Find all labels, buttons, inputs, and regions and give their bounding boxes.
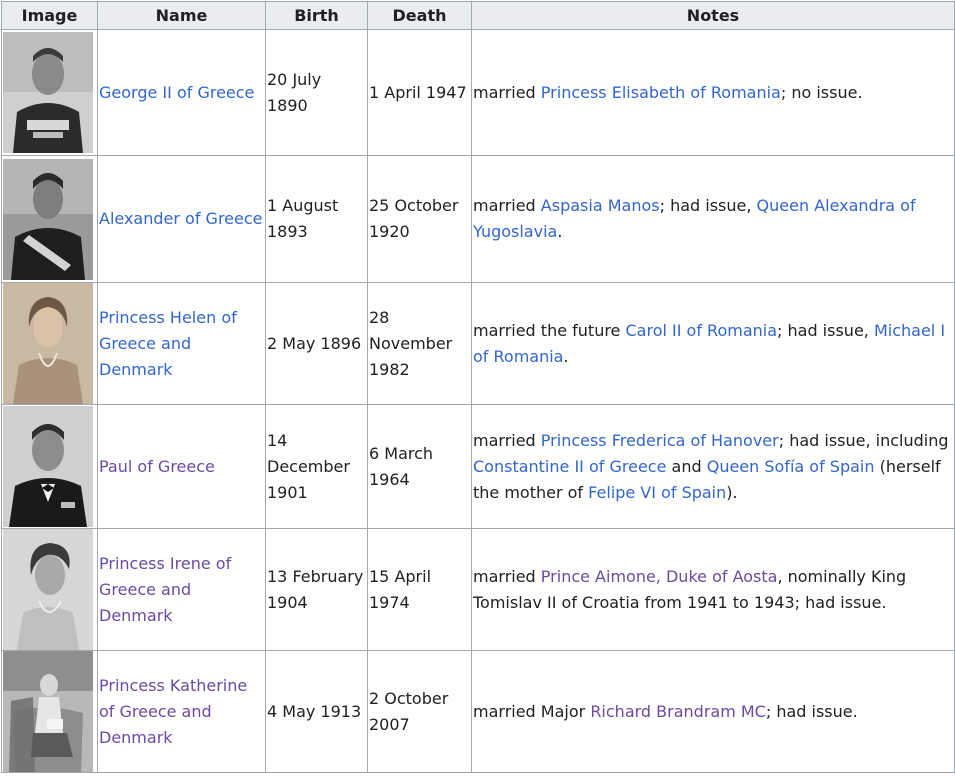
royal-children-table: Image Name Birth Death Notes George II o…	[1, 1, 955, 773]
death-cell: 6 March 1964	[367, 404, 472, 529]
notes-link[interactable]: Richard Brandram MC	[590, 702, 766, 721]
notes-text: .	[557, 222, 563, 241]
portrait-photo-george[interactable]	[3, 32, 93, 153]
notes-link[interactable]: Princess Elisabeth of Romania	[541, 83, 781, 102]
table-row: Princess Helen of Greece and Denmark 2 M…	[1, 282, 955, 405]
death-cell: 15 April 1974	[367, 528, 472, 651]
notes-cell: married Princess Frederica of Hanover; h…	[471, 404, 955, 529]
portrait-photo-katherine[interactable]	[3, 651, 93, 772]
notes-link[interactable]: Constantine II of Greece	[473, 457, 666, 476]
table-row: Alexander of Greece 1 August 1893 25 Oct…	[1, 155, 955, 283]
notes-text: married	[473, 566, 541, 586]
table-row: Princess Katherine of Greece and Denmark…	[1, 650, 955, 773]
notes-text: .	[563, 346, 569, 366]
notes-text: and	[666, 456, 707, 476]
column-header-notes[interactable]: Notes	[471, 1, 955, 30]
table-header-row: Image Name Birth Death Notes	[1, 1, 955, 30]
birth-cell: 13 February 1904	[265, 528, 368, 651]
person-link[interactable]: Alexander of Greece	[99, 209, 263, 228]
person-link[interactable]: Princess Irene of Greece and Denmark	[99, 554, 231, 625]
table-row: George II of Greece 20 July 1890 1 April…	[1, 29, 955, 156]
column-header-name[interactable]: Name	[97, 1, 266, 30]
birth-cell: 2 May 1896	[265, 282, 368, 405]
notes-cell: married Prince Aimone, Duke of Aosta, no…	[471, 528, 955, 651]
portrait-cell	[1, 650, 98, 773]
notes-text: married	[473, 196, 541, 215]
notes-text: married Major	[473, 701, 591, 721]
notes-text: ; had issue,	[777, 320, 874, 340]
name-cell: Princess Katherine of Greece and Denmark	[97, 650, 266, 773]
notes-text: ; had issue,	[659, 196, 757, 215]
notes-cell: married Major Richard Brandram MC; had i…	[471, 650, 955, 773]
column-header-image[interactable]: Image	[1, 1, 98, 30]
name-cell: George II of Greece	[97, 29, 266, 156]
notes-link[interactable]: Felipe VI of Spain	[588, 483, 726, 502]
notes-text: ; had issue, including	[778, 430, 949, 450]
name-cell: Paul of Greece	[97, 404, 266, 529]
death-cell: 2 October 2007	[367, 650, 472, 773]
birth-cell: 20 July 1890	[265, 29, 368, 156]
birth-cell: 1 August 1893	[265, 155, 368, 283]
notes-link[interactable]: Prince Aimone, Duke of Aosta	[541, 567, 778, 586]
portrait-cell	[1, 29, 98, 156]
notes-text: ).	[726, 482, 738, 502]
notes-cell: married Princess Elisabeth of Romania; n…	[471, 29, 955, 156]
portrait-photo-alexander[interactable]	[3, 158, 93, 280]
notes-text: married	[473, 430, 541, 450]
portrait-cell	[1, 528, 98, 651]
column-header-birth[interactable]: Birth	[265, 1, 368, 30]
portrait-cell	[1, 155, 98, 283]
portrait-photo-irene[interactable]	[3, 529, 93, 650]
notes-cell: married Aspasia Manos; had issue, Queen …	[471, 155, 955, 283]
notes-cell: married the future Carol II of Romania; …	[471, 282, 955, 405]
name-cell: Alexander of Greece	[97, 155, 266, 283]
name-cell: Princess Helen of Greece and Denmark	[97, 282, 266, 405]
notes-link[interactable]: Aspasia Manos	[541, 196, 660, 215]
column-header-death[interactable]: Death	[367, 1, 472, 30]
notes-link[interactable]: Queen Sofía of Spain	[707, 457, 875, 476]
death-cell: 25 October 1920	[367, 155, 472, 283]
notes-link[interactable]: Carol II of Romania	[625, 321, 777, 340]
person-link[interactable]: Paul of Greece	[99, 457, 215, 476]
person-link[interactable]: George II of Greece	[99, 83, 254, 102]
table-row: Princess Irene of Greece and Denmark 13 …	[1, 528, 955, 651]
table-row: Paul of Greece 14 December 1901 6 March …	[1, 404, 955, 529]
portrait-cell	[1, 282, 98, 405]
birth-cell: 14 December 1901	[265, 404, 368, 529]
portrait-cell	[1, 404, 98, 529]
birth-cell: 4 May 1913	[265, 650, 368, 773]
portrait-photo-helen[interactable]	[3, 283, 93, 404]
notes-text: married the future	[473, 320, 626, 340]
notes-text: married	[473, 82, 541, 102]
death-cell: 28 November 1982	[367, 282, 472, 405]
notes-text: ; had issue.	[765, 701, 858, 721]
name-cell: Princess Irene of Greece and Denmark	[97, 528, 266, 651]
notes-link[interactable]: Princess Frederica of Hanover	[541, 431, 779, 450]
death-cell: 1 April 1947	[367, 29, 472, 156]
person-link[interactable]: Princess Helen of Greece and Denmark	[99, 308, 237, 379]
portrait-photo-paul[interactable]	[3, 406, 93, 527]
person-link[interactable]: Princess Katherine of Greece and Denmark	[99, 676, 247, 747]
notes-text: ; no issue.	[780, 82, 863, 102]
